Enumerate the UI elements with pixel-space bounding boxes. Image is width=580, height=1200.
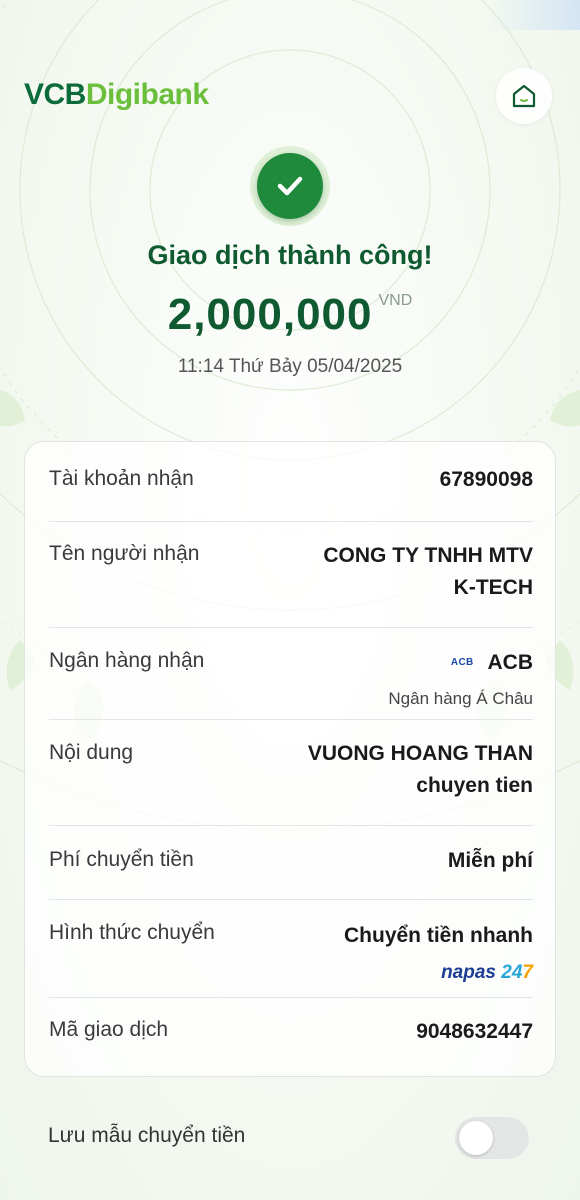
content-line1: VUONG HOANG THAN [307, 742, 533, 765]
amount-display: 2,000,000 VND [0, 290, 580, 340]
currency-label: VND [378, 292, 413, 309]
home-icon [512, 84, 536, 108]
fee-value: Miễn phí [447, 849, 533, 872]
transaction-id-value: 9048632447 [416, 1020, 533, 1043]
recipient-bank-value: ACB ACB [451, 647, 533, 679]
vcb-digibank-logo: VCB Digibank [24, 78, 209, 112]
detail-label: Mã giao dịch [49, 1018, 169, 1041]
detail-label: Ngân hàng nhận [49, 649, 205, 672]
detail-label: Tên người nhận [49, 542, 200, 565]
content-line2: chuyen tien [416, 774, 533, 797]
toggle-knob [459, 1121, 493, 1155]
method-value: Chuyển tiền nhanh [344, 924, 533, 947]
detail-label: Hình thức chuyển [49, 921, 215, 944]
detail-row-transaction-id: Mã giao dịch 9048632447 [49, 998, 533, 1076]
recipient-name-line1: CONG TY TNHH MTV [323, 544, 533, 567]
transaction-status-title: Giao dịch thành công! [147, 240, 433, 270]
detail-label: Tài khoản nhận [49, 467, 194, 490]
save-template-toggle[interactable] [455, 1117, 529, 1159]
logo-digibank-text: Digibank [85, 78, 209, 111]
detail-row-method: Hình thức chuyển Chuyển tiền nhanh napas… [49, 900, 533, 998]
detail-row-fee: Phí chuyển tiền Miễn phí [49, 826, 533, 900]
logo-vcb-text: VCB [24, 78, 86, 111]
success-badge [250, 146, 330, 226]
napas247-logo: napas 247 [441, 962, 533, 983]
transaction-amount: 2,000,000 [167, 290, 373, 339]
recipient-bank-full-name: Ngân hàng Á Châu [388, 689, 533, 708]
acb-logo-icon: ACB [450, 657, 474, 669]
checkmark-icon [277, 176, 303, 196]
detail-label: Phí chuyển tiền [49, 848, 194, 871]
detail-row-recipient-account: Tài khoản nhận 67890098 [49, 442, 533, 522]
recipient-name-line2: K-TECH [453, 576, 533, 599]
save-template-label: Lưu mẫu chuyển tiền [48, 1124, 246, 1147]
detail-label: Nội dung [49, 741, 134, 764]
detail-row-recipient-bank: Ngân hàng nhận ACB ACB Ngân hàng Á Châu [49, 628, 533, 720]
recipient-account-value: 67890098 [439, 468, 533, 491]
detail-row-content: Nội dung VUONG HOANG THAN chuyen tien [49, 720, 533, 826]
home-button[interactable] [496, 68, 552, 124]
detail-row-recipient-name: Tên người nhận CONG TY TNHH MTV K-TECH [49, 522, 533, 628]
transaction-details-card: Tài khoản nhận 67890098 Tên người nhận C… [24, 441, 556, 1077]
transaction-datetime: 11:14 Thứ Bảy 05/04/2025 [177, 356, 403, 377]
recipient-bank-short: ACB [487, 651, 534, 674]
